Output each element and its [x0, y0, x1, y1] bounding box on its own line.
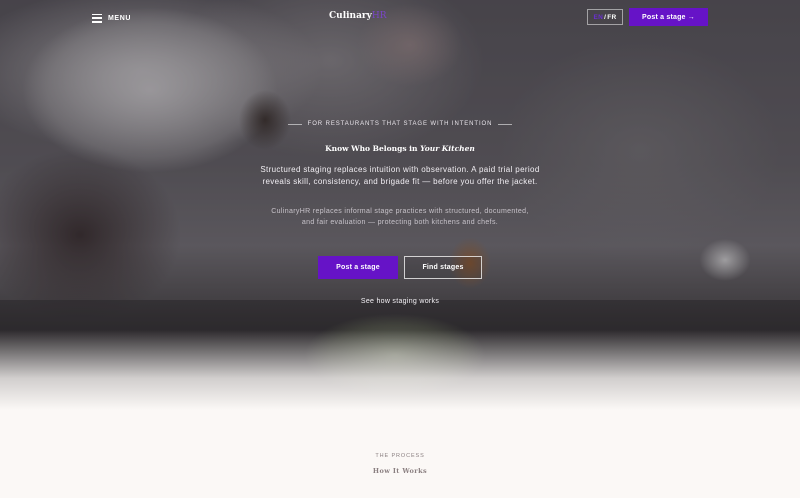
lang-separator: /: [604, 13, 607, 21]
logo-accent: HR: [371, 11, 387, 21]
see-how-link[interactable]: See how staging works: [0, 298, 800, 305]
hero-eyebrow: FOR RESTAURANTS THAT STAGE WITH INTENTIO…: [307, 121, 493, 127]
hero-title-plain: Know Who Belongs in: [325, 144, 421, 153]
hero-fade: [0, 330, 800, 410]
process-eyebrow: THE PROCESS: [375, 453, 425, 459]
hero-subtext: CulinaryHR replaces informal stage pract…: [271, 208, 529, 226]
process-title: How It Works: [372, 467, 428, 475]
post-stage-button[interactable]: Post a stage: [318, 256, 398, 279]
language-switcher: EN / FR: [587, 9, 623, 25]
logo[interactable]: CulinaryHR: [329, 11, 387, 21]
lang-fr[interactable]: FR: [607, 14, 616, 21]
hero-title: Know Who Belongs in Your Kitchen: [0, 144, 800, 153]
find-stages-button[interactable]: Find stages: [404, 256, 482, 279]
top-nav: MENU CulinaryHR EN / FR Post a stage →: [0, 0, 800, 36]
eyebrow-divider-left: [287, 123, 302, 125]
hero-eyebrow-row: FOR RESTAURANTS THAT STAGE WITH INTENTIO…: [0, 121, 800, 127]
hero-title-italic: Your Kitchen: [420, 144, 475, 153]
menu-label: MENU: [108, 14, 132, 22]
nav-post-stage-button[interactable]: Post a stage →: [629, 8, 708, 26]
hamburger-icon: [92, 13, 102, 23]
menu-button[interactable]: MENU: [92, 11, 131, 25]
eyebrow-divider-right: [498, 123, 513, 125]
logo-main: Culinary: [329, 11, 372, 21]
hero-section: [0, 0, 800, 410]
hero-lead: Structured staging replaces intuition wi…: [260, 165, 540, 186]
lang-en[interactable]: EN: [593, 14, 603, 21]
